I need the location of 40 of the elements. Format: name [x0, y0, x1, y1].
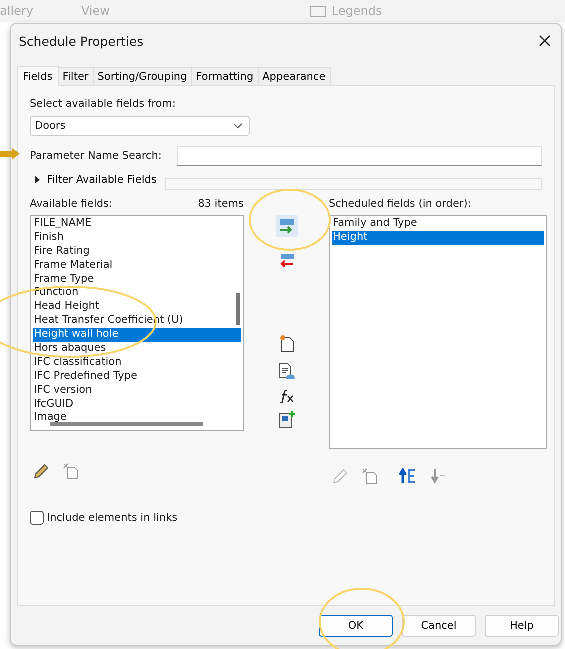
list-item[interactable]: Family and Type — [332, 217, 544, 231]
list-item[interactable]: IfcGUID — [33, 398, 241, 412]
annotation-arrow — [0, 148, 20, 160]
dialog-button[interactable]: Help — [485, 615, 559, 637]
list-item[interactable]: Image — [33, 411, 241, 426]
caret-right-icon — [34, 176, 41, 184]
combine-parameters-icon[interactable] — [276, 409, 296, 431]
field-label: Select available fields from: — [30, 98, 177, 110]
tab[interactable]: Appearance — [258, 67, 331, 86]
legend-icon — [310, 6, 326, 16]
dialog-button[interactable]: OK — [319, 615, 393, 637]
tab[interactable]: Fields — [17, 66, 59, 86]
close-button[interactable] — [537, 33, 553, 49]
filter-expander[interactable]: Filter Available Fields — [30, 174, 157, 186]
window-title: Schedule Properties — [19, 34, 144, 48]
list-item[interactable]: Height wall hole — [33, 328, 241, 342]
list-item[interactable]: Finish — [33, 230, 241, 245]
scrollbar-thumb[interactable] — [236, 293, 240, 325]
list-item[interactable]: IFC version — [33, 384, 241, 398]
chevron-down-icon — [233, 123, 243, 129]
field-label: Parameter Name Search: — [30, 150, 162, 162]
list-item[interactable]: Hors abaques — [33, 342, 241, 356]
list-item[interactable]: Head Height — [33, 300, 241, 314]
item-count: 83 items — [198, 198, 244, 212]
source-dropdown[interactable]: Doors — [30, 116, 250, 136]
list-item[interactable]: Function — [33, 286, 241, 300]
include-links-checkbox[interactable]: Include elements in links — [30, 511, 542, 525]
list-item[interactable]: FILE_NAME — [33, 217, 241, 231]
list-item[interactable]: IFC Predefined Type — [33, 370, 241, 384]
search-field[interactable] — [176, 146, 542, 166]
dialog-button[interactable]: Cancel — [402, 615, 476, 637]
list-item[interactable]: Height — [332, 230, 544, 245]
list-item[interactable]: Frame Material — [33, 258, 241, 273]
add-field-button[interactable] — [276, 215, 298, 237]
list-label: Available fields: — [30, 198, 113, 212]
list-label: Scheduled fields (in order): — [329, 198, 472, 212]
scrollbar-thumb[interactable] — [50, 422, 203, 426]
list-item[interactable]: IFC classification — [33, 356, 241, 370]
list-item[interactable]: Fire Rating — [33, 244, 241, 259]
list-item[interactable]: Frame Type — [33, 272, 241, 286]
